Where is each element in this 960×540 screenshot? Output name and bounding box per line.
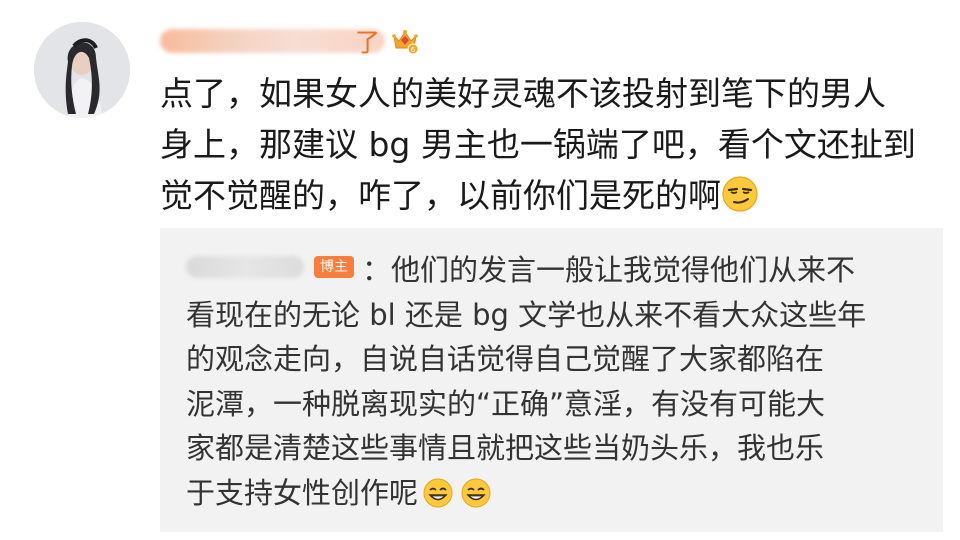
comment-line-text: 觉不觉醒的，咋了，以前你们是死的啊 [160,176,721,215]
grin-emoji-icon [423,478,453,507]
comment-line: 点了，如果女人的美好灵魂不该投射到笔下的男人 [160,74,886,113]
reply-line-first: ：他们的发言一般让我觉得他们从来不 [186,248,931,293]
reply-line: 他们的发言一般让我觉得他们从来不 [391,253,856,287]
comment-body: 点了，如果女人的美好灵魂不该投射到笔下的男人 身上，那建议 bg 男主也一锅端了… [160,68,940,221]
reply-line-text: 于支持女性创作呢 [186,475,419,510]
quoted-reply[interactable]: 博主 ：他们的发言一般让我觉得他们从来不 看现在的无论 bl 还是 bg 文学也… [160,228,943,532]
comment-line: 身上，那建议 bg 男主也一锅端了吧，看个文还扯到 [160,125,916,164]
reply-line: 的观念走向，自说自话觉得自己觉醒了大家都陷在 [186,342,825,376]
author-name-redacted[interactable] [160,29,385,53]
reply-separator: ： [362,253,392,287]
reply-line: 家都是清楚这些事情且就把这些当奶头乐，我也乐 [186,431,825,465]
comment-line-last: 觉不觉醒的，咋了，以前你们是死的啊 [160,170,940,221]
reply-body: ：他们的发言一般让我觉得他们从来不 看现在的无论 bl 还是 bg 文学也从来不… [186,248,931,515]
author-name-tail[interactable]: 了 [355,23,380,59]
comment-card: 了 6 点了，如果女人的美好灵魂不该投射到笔下的男人 身上，那建议 bg 男主也… [0,0,960,540]
avatar[interactable] [34,22,130,118]
reply-line: 看现在的无论 bl 还是 bg 文学也从来不看大众这些年 [186,297,867,332]
reply-line: 泥潭，一种脱离现实的“正确”意淫，有没有可能大 [186,386,826,421]
avatar-image [34,22,130,118]
svg-text:6: 6 [411,46,416,54]
smirk-emoji-icon [722,176,758,212]
grin-emoji-icon [461,478,491,507]
reply-line-last: 于支持女性创作呢 [186,471,931,516]
crown-level-icon: 6 [392,30,419,55]
comment-author-row: 了 6 [160,24,420,58]
